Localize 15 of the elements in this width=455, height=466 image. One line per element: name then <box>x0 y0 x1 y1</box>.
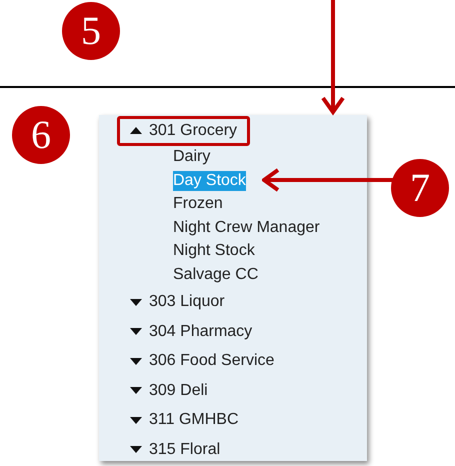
tree-group[interactable]: 311 GMHBC <box>117 406 252 435</box>
step-badge: 7 <box>391 159 449 217</box>
tree-item[interactable]: Frozen <box>173 194 223 214</box>
tree-item[interactable]: Salvage CC <box>173 264 258 285</box>
tree-group[interactable]: 309 Deli <box>117 376 221 406</box>
tree-group[interactable]: 306 Food Service <box>117 346 288 376</box>
tree-item[interactable]: Night Crew Manager <box>173 218 320 238</box>
tree-group[interactable]: 301 Grocery <box>117 116 250 146</box>
step-badge: 6 <box>12 106 70 164</box>
step-badge: 5 <box>62 2 120 60</box>
tree-item[interactable]: Dairy <box>173 147 210 168</box>
tree-item[interactable]: Night Stock <box>173 241 255 262</box>
tree-group[interactable]: 303 Liquor <box>117 288 238 317</box>
tree-group[interactable]: 315 Floral <box>117 435 234 464</box>
tree-group[interactable]: 304 Pharmacy <box>117 317 266 346</box>
